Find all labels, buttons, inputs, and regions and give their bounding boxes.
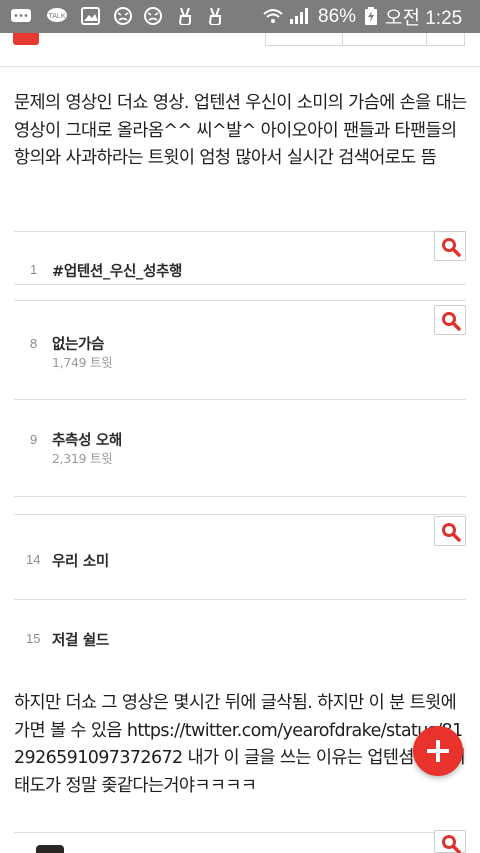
search-icon bbox=[442, 312, 461, 331]
search-button[interactable] bbox=[434, 305, 466, 335]
svg-text:TALK: TALK bbox=[49, 13, 66, 20]
divider bbox=[14, 832, 466, 833]
trend-topic[interactable]: 없는가슴 bbox=[52, 333, 104, 354]
signal-icon bbox=[290, 8, 308, 24]
talk-icon: TALK bbox=[47, 8, 67, 22]
trend-screenshot: 1 #업텐션_우신_성추행 8 없는가슴 1,749 트윗 9 추측성 오해 2… bbox=[14, 228, 466, 658]
message-icon bbox=[11, 9, 31, 22]
battery-charging-icon bbox=[365, 7, 377, 25]
search-button[interactable] bbox=[434, 830, 466, 853]
gallery-icon bbox=[81, 7, 100, 25]
search-icon bbox=[442, 835, 461, 853]
trend-rank: 14 bbox=[26, 552, 41, 567]
trend-rank: 15 bbox=[26, 631, 41, 646]
face-icon bbox=[114, 7, 132, 25]
search-button[interactable] bbox=[434, 231, 466, 261]
trend-topic[interactable]: 저걸 쉴드 bbox=[52, 629, 109, 650]
tweet-count: 1,749 트윗 bbox=[52, 355, 113, 370]
post-paragraph: 문제의 영상인 더쇼 영상. 업텐션 우신이 소미의 가슴에 손을 대는 영상이… bbox=[14, 93, 467, 168]
status-bar: TALK 86% 오전 1:25 bbox=[0, 0, 480, 33]
trend-topic[interactable]: 우리 소미 bbox=[52, 550, 109, 571]
victory-icon bbox=[208, 7, 221, 25]
cutoff-toolbar bbox=[265, 33, 465, 46]
plus-icon[interactable] bbox=[413, 726, 463, 776]
search-icon bbox=[442, 523, 461, 542]
post-paragraph: 하지만 더쇼 그 영상은 몇시간 뒤에 글삭됨. 하지만 이 분 트윗에 가면 … bbox=[14, 693, 466, 796]
face-icon bbox=[144, 7, 162, 25]
battery-percent: 86% bbox=[318, 5, 357, 27]
clock: 오전 1:25 bbox=[385, 8, 463, 29]
search-icon bbox=[442, 238, 461, 257]
trend-rank: 9 bbox=[30, 432, 38, 447]
trend-topic[interactable]: 추측성 오해 bbox=[52, 429, 122, 450]
tweet-count: 2,319 트윗 bbox=[52, 451, 113, 466]
cutoff-red-badge bbox=[13, 33, 39, 45]
avatar bbox=[36, 845, 64, 853]
victory-icon bbox=[178, 7, 191, 25]
divider bbox=[0, 66, 480, 67]
trend-rank: 8 bbox=[30, 336, 38, 351]
search-button[interactable] bbox=[434, 516, 466, 546]
trend-rank: 1 bbox=[30, 262, 38, 277]
trend-topic[interactable]: #업텐션_우신_성추행 bbox=[52, 260, 182, 281]
wifi-icon bbox=[263, 9, 283, 23]
cutoff-row bbox=[52, 279, 372, 284]
